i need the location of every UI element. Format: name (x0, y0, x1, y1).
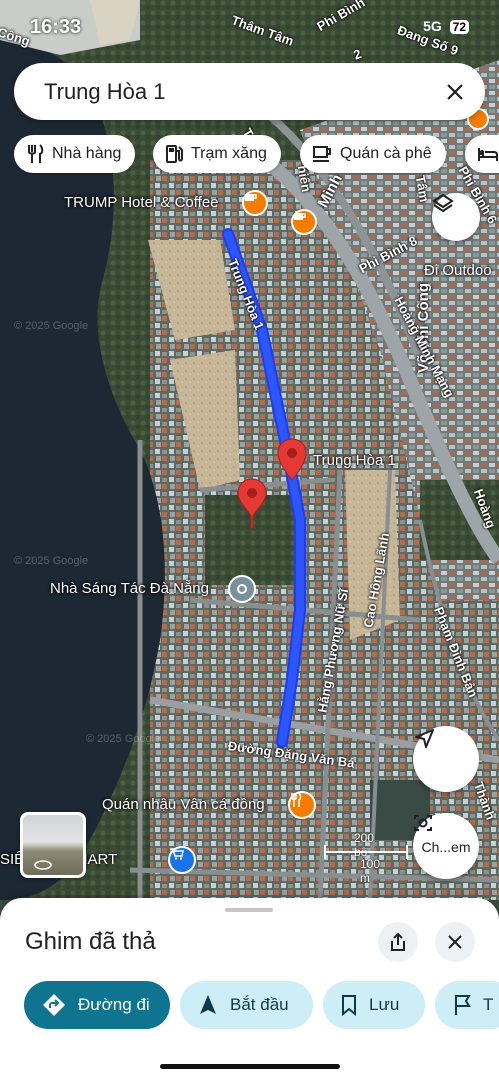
search-bar[interactable]: Trung Hòa 1 (14, 63, 485, 120)
close-sheet-button[interactable] (435, 922, 475, 962)
save-button[interactable]: Lưu (323, 981, 425, 1029)
map-watermark: © 2025 Google (86, 733, 161, 745)
street-view-button[interactable]: Ch...em (413, 813, 479, 879)
directions-label: Đường đi (78, 995, 150, 1014)
gas-station-icon (166, 145, 183, 163)
sheet-title: Ghim đã thả (25, 928, 156, 955)
save-label: Lưu (369, 995, 400, 1014)
chip-gas-stations[interactable]: Trạm xăng (153, 135, 281, 173)
poi-label-trump-hotel[interactable]: TRUMP Hotel & Coffee (64, 194, 219, 211)
label-action-label: T (483, 995, 494, 1014)
chip-restaurants[interactable]: Nhà hàng (14, 135, 136, 173)
landmark-icon[interactable] (228, 575, 256, 603)
map-watermark: © 2025 Google (14, 320, 89, 332)
pin-label-trung-hoa-1[interactable]: Trung Hòa 1 (313, 452, 396, 469)
layers-icon (432, 193, 454, 213)
chip-coffee[interactable]: Quán cà phê (300, 135, 446, 173)
poi-label-nha-sang-tac[interactable]: Nhà Sáng Tác Đà Nẵng (50, 580, 209, 597)
share-button[interactable] (378, 922, 418, 962)
restaurant-icon (28, 144, 44, 163)
coffee-icon[interactable] (242, 190, 268, 216)
street-view-thumbnail[interactable] (20, 812, 86, 878)
hotel-icon (478, 148, 498, 161)
chip-hotels[interactable] (465, 135, 499, 173)
search-input[interactable]: Trung Hòa 1 (44, 79, 431, 105)
directions-button[interactable]: Đường đi (24, 981, 170, 1029)
shopping-cart-icon[interactable] (168, 846, 196, 874)
chip-label: Quán cà phê (340, 145, 432, 162)
layers-button[interactable] (432, 193, 480, 241)
rotate-360-icon (34, 860, 52, 870)
scale-bottom-label: 100 m (360, 857, 381, 885)
close-icon (447, 83, 463, 100)
place-sheet: Ghim đã thả Đường đi Bắt đầu Lưu T (0, 898, 499, 1080)
camera-icon (414, 815, 432, 831)
start-label: Bắt đầu (230, 995, 289, 1014)
flag-icon (455, 995, 471, 1015)
restaurant-icon[interactable] (288, 791, 316, 819)
status-indicators: 5G 72 (423, 18, 469, 34)
status-time: 16:33 (30, 16, 82, 38)
share-icon (391, 932, 405, 951)
clear-search-button[interactable] (431, 68, 479, 116)
category-chips: Nhà hàng Trạm xăng Quán cà phê (14, 135, 499, 175)
close-icon (448, 935, 462, 949)
chip-label: Trạm xăng (191, 145, 267, 162)
battery-level: 72 (449, 20, 469, 34)
coffee-icon (313, 146, 331, 162)
bookmark-icon (342, 995, 356, 1016)
sheet-drag-handle[interactable] (225, 908, 273, 912)
navigation-arrow-icon (415, 729, 434, 748)
label-button[interactable]: T (435, 981, 499, 1029)
street-view-label: Ch...em (421, 839, 471, 855)
navigation-arrow-icon (200, 995, 216, 1014)
directions-icon (43, 994, 65, 1016)
home-indicator[interactable] (160, 1064, 340, 1069)
poi-label-quan-nhau[interactable]: Quán nhậu Vân cá đồng (102, 796, 265, 813)
coffee-icon[interactable] (291, 209, 317, 235)
start-button[interactable]: Bắt đầu (180, 981, 313, 1029)
my-location-button[interactable] (413, 726, 479, 792)
scale-top-label: 200 bộ (354, 831, 375, 859)
poi-label-di-outdoor[interactable]: Đi Outdoo (424, 262, 492, 279)
map-watermark: © 2025 Google (14, 555, 89, 567)
chip-label: Nhà hàng (52, 145, 122, 162)
